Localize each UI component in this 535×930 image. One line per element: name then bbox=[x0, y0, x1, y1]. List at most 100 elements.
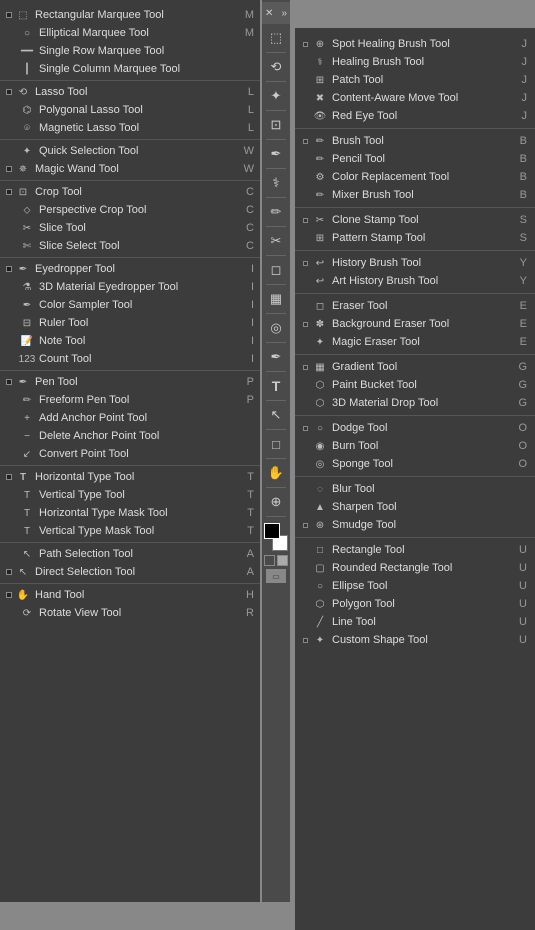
marquee-tool-button[interactable]: ⬚ bbox=[264, 26, 288, 50]
list-item[interactable]: ⚗ 3D Material Eyedropper Tool I bbox=[0, 278, 260, 296]
list-item[interactable]: ○ Ellipse Tool U bbox=[295, 577, 535, 595]
list-item[interactable]: ✵ Magic Wand Tool W bbox=[0, 160, 260, 178]
list-item[interactable]: − Delete Anchor Point Tool bbox=[0, 427, 260, 445]
list-item[interactable]: ↖ Path Selection Tool A bbox=[0, 545, 260, 563]
list-item[interactable]: ⟲ Lasso Tool L bbox=[0, 83, 260, 101]
list-item[interactable]: ⊞ Pattern Stamp Tool S bbox=[295, 229, 535, 247]
close-button[interactable]: ✕ bbox=[265, 8, 273, 19]
color-swatch-area[interactable] bbox=[264, 523, 288, 551]
list-item[interactable]: □ Rectangle Tool U bbox=[295, 541, 535, 559]
list-item[interactable]: ↙ Convert Point Tool bbox=[0, 445, 260, 463]
list-item[interactable]: ✂ Slice Tool C bbox=[0, 219, 260, 237]
tool-label: Sharpen Tool bbox=[332, 501, 519, 513]
list-item[interactable]: ◌ Blur Tool bbox=[295, 480, 535, 498]
list-item[interactable]: ✒ Pen Tool P bbox=[0, 373, 260, 391]
list-item[interactable]: ⊡ Crop Tool C bbox=[0, 183, 260, 201]
list-item[interactable]: ✏ Pencil Tool B bbox=[295, 150, 535, 168]
list-item[interactable]: ↩ Art History Brush Tool Y bbox=[295, 272, 535, 290]
list-item[interactable]: ✦ Custom Shape Tool U bbox=[295, 631, 535, 649]
list-item[interactable]: ✏ Freeform Pen Tool P bbox=[0, 391, 260, 409]
list-item[interactable]: ⚙ Color Replacement Tool B bbox=[295, 168, 535, 186]
list-item[interactable]: ⬡ 3D Material Drop Tool G bbox=[295, 394, 535, 412]
tool-label: Hand Tool bbox=[35, 589, 238, 601]
blur-group: ◌ Blur Tool ▲ Sharpen Tool ⊛ Smudge Tool bbox=[295, 477, 535, 538]
tool-separator bbox=[266, 52, 286, 53]
eyedropper-tool-button[interactable]: ✒ bbox=[264, 142, 288, 166]
list-item[interactable]: ━━ Single Row Marquee Tool bbox=[0, 42, 260, 60]
crop-tool-button[interactable]: ⊡ bbox=[264, 113, 288, 137]
list-item[interactable]: ▦ Gradient Tool G bbox=[295, 358, 535, 376]
list-item[interactable]: ◻ Eraser Tool E bbox=[295, 297, 535, 315]
list-item[interactable]: ⊛ Smudge Tool bbox=[295, 516, 535, 534]
quick-mask-icon[interactable] bbox=[277, 555, 288, 566]
list-item[interactable]: ┃ Single Column Marquee Tool bbox=[0, 60, 260, 78]
list-item[interactable]: ▲ Sharpen Tool bbox=[295, 498, 535, 516]
shortcut-key: I bbox=[251, 335, 254, 347]
normal-mode-icon[interactable] bbox=[264, 555, 275, 566]
path-select-tool-button[interactable]: ↖ bbox=[264, 403, 288, 427]
lasso-tool-button[interactable]: ⟲ bbox=[264, 55, 288, 79]
single-col-marquee-icon: ┃ bbox=[19, 61, 35, 77]
list-item[interactable]: + Add Anchor Point Tool bbox=[0, 409, 260, 427]
clone-tool-button[interactable]: ✂ bbox=[264, 229, 288, 253]
tool-label: Rotate View Tool bbox=[39, 607, 238, 619]
list-item[interactable]: ⟳ Rotate View Tool R bbox=[0, 604, 260, 622]
gradient-tool-button[interactable]: ▦ bbox=[264, 287, 288, 311]
brush-tool-button[interactable]: ✏ bbox=[264, 200, 288, 224]
list-item[interactable]: 123 Count Tool I bbox=[0, 350, 260, 368]
list-item[interactable]: ✽ Background Eraser Tool E bbox=[295, 315, 535, 333]
list-item[interactable]: ⬚ Rectangular Marquee Tool M bbox=[0, 6, 260, 24]
list-item[interactable]: T Horizontal Type Mask Tool T bbox=[0, 504, 260, 522]
zoom-tool-button[interactable]: ⊕ bbox=[264, 490, 288, 514]
list-item[interactable]: ⬡ Polygon Tool U bbox=[295, 595, 535, 613]
list-item[interactable]: 👁 Red Eye Tool J bbox=[295, 107, 535, 125]
list-item[interactable]: 📝 Note Tool I bbox=[0, 332, 260, 350]
list-item[interactable]: ⚕ Healing Brush Tool J bbox=[295, 53, 535, 71]
blur-tool-button[interactable]: ◎ bbox=[264, 316, 288, 340]
list-item[interactable]: ○ Dodge Tool O bbox=[295, 419, 535, 437]
list-item[interactable]: ◉ Burn Tool O bbox=[295, 437, 535, 455]
list-item[interactable]: T Vertical Type Tool T bbox=[0, 486, 260, 504]
tool-label: Clone Stamp Tool bbox=[332, 214, 512, 226]
list-item[interactable]: ✄ Slice Select Tool C bbox=[0, 237, 260, 255]
shape-tool-button[interactable]: □ bbox=[264, 432, 288, 456]
list-item[interactable]: ◎ Sponge Tool O bbox=[295, 455, 535, 473]
tool-label: Gradient Tool bbox=[332, 361, 510, 373]
list-item[interactable]: ✒ Color Sampler Tool I bbox=[0, 296, 260, 314]
list-item[interactable]: ✋ Hand Tool H bbox=[0, 586, 260, 604]
list-item[interactable]: ✏ Mixer Brush Tool B bbox=[295, 186, 535, 204]
quick-select-tool-button[interactable]: ✦ bbox=[264, 84, 288, 108]
list-item[interactable]: ✦ Quick Selection Tool W bbox=[0, 142, 260, 160]
group-indicator bbox=[303, 365, 308, 370]
eraser-tool-button[interactable]: ◻ bbox=[264, 258, 288, 282]
pen-tool-button[interactable]: ✒ bbox=[264, 345, 288, 369]
healing-tool-button[interactable]: ⚕ bbox=[264, 171, 288, 195]
tool-label: 3D Material Drop Tool bbox=[332, 397, 510, 409]
list-item[interactable]: T Horizontal Type Tool T bbox=[0, 468, 260, 486]
hand-tool-button[interactable]: ✋ bbox=[264, 461, 288, 485]
expand-button[interactable]: » bbox=[281, 8, 287, 19]
list-item[interactable]: ✏ Brush Tool B bbox=[295, 132, 535, 150]
list-item[interactable]: ╱ Line Tool U bbox=[295, 613, 535, 631]
list-item[interactable]: ⊕ Spot Healing Brush Tool J bbox=[295, 35, 535, 53]
list-item[interactable]: ⊞ Patch Tool J bbox=[295, 71, 535, 89]
list-item[interactable]: ▢ Rounded Rectangle Tool U bbox=[295, 559, 535, 577]
list-item[interactable]: ↖ Direct Selection Tool A bbox=[0, 563, 260, 581]
list-item[interactable]: ○ Elliptical Marquee Tool M bbox=[0, 24, 260, 42]
list-item[interactable]: ↩ History Brush Tool Y bbox=[295, 254, 535, 272]
foreground-color-swatch[interactable] bbox=[264, 523, 280, 539]
list-item[interactable]: ⌾ Magnetic Lasso Tool L bbox=[0, 119, 260, 137]
type-tool-button[interactable]: T bbox=[264, 374, 288, 398]
list-item[interactable]: ✖ Content-Aware Move Tool J bbox=[295, 89, 535, 107]
shortcut-key: B bbox=[520, 153, 527, 165]
list-item[interactable]: ⬡ Paint Bucket Tool G bbox=[295, 376, 535, 394]
tool-label: Ellipse Tool bbox=[332, 580, 511, 592]
list-item[interactable]: ⌬ Polygonal Lasso Tool L bbox=[0, 101, 260, 119]
list-item[interactable]: ✦ Magic Eraser Tool E bbox=[295, 333, 535, 351]
list-item[interactable]: ✂ Clone Stamp Tool S bbox=[295, 211, 535, 229]
list-item[interactable]: ⊟ Ruler Tool I bbox=[0, 314, 260, 332]
list-item[interactable]: ✒ Eyedropper Tool I bbox=[0, 260, 260, 278]
screen-mode-button[interactable]: ▭ bbox=[266, 569, 286, 583]
list-item[interactable]: ⬦ Perspective Crop Tool C bbox=[0, 201, 260, 219]
list-item[interactable]: T Vertical Type Mask Tool T bbox=[0, 522, 260, 540]
